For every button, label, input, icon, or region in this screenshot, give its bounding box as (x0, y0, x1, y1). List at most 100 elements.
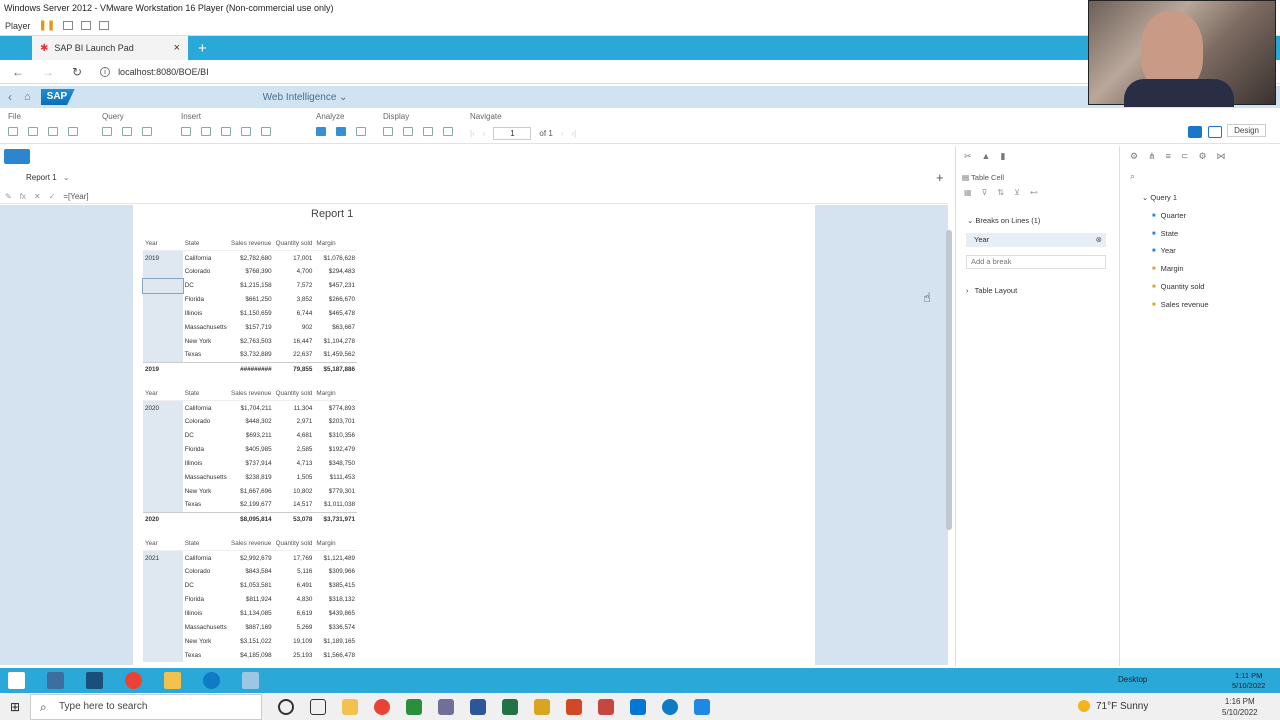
table-cell[interactable]: 4,713 (274, 456, 315, 470)
more-icon[interactable] (356, 127, 366, 136)
filter-icon[interactable] (316, 127, 326, 136)
total-row[interactable]: 2019 ######### 79,855 $5,187,886 (143, 361, 357, 376)
year-cell[interactable]: 2020 (143, 400, 183, 415)
table-cell[interactable]: $465,478 (314, 306, 357, 320)
column-header[interactable]: Year (143, 237, 183, 252)
year-cell[interactable] (143, 442, 183, 457)
table-row[interactable]: Massachusetts $887,169 5,269 $336,574 (143, 620, 357, 635)
table-row[interactable]: Illinois $737,914 4,713 $348,750 (143, 456, 357, 471)
app-name-menu[interactable]: Web Intelligence ⌄ (263, 92, 348, 103)
year-cell[interactable] (143, 592, 183, 607)
edge-icon[interactable] (203, 672, 220, 689)
table-cell[interactable]: Massachusetts (183, 620, 229, 634)
search-icon[interactable]: ⌕ (1120, 167, 1280, 186)
design-mode-button[interactable]: Design (1227, 124, 1266, 137)
table-cell[interactable]: 902 (274, 320, 315, 334)
table-cell[interactable]: $1,215,158 (229, 279, 274, 293)
table-cell[interactable]: Texas (183, 648, 229, 662)
add-break-select[interactable]: Add a break (966, 255, 1106, 269)
table-cell[interactable]: $2,763,503 (229, 334, 274, 348)
table-cell[interactable]: $310,356 (314, 429, 357, 443)
windows-start-icon[interactable]: ⊞ (0, 700, 30, 714)
insert-cell-icon[interactable] (221, 127, 231, 136)
column-header[interactable]: State (182, 387, 229, 402)
forward-arrow-icon[interactable]: → (42, 65, 54, 79)
table-cell[interactable]: $238,819 (229, 470, 274, 484)
table-cell[interactable]: 2,585 (274, 443, 315, 457)
total-cell[interactable]: 53,078 (273, 511, 315, 526)
table-cell[interactable]: $1,011,038 (314, 498, 357, 512)
column-header[interactable]: Year (143, 387, 183, 402)
delete-icon[interactable]: ▮ (1000, 151, 1005, 162)
year-cell[interactable] (143, 634, 183, 649)
column-header[interactable]: Quantity sold (273, 237, 315, 252)
cancel-formula-icon[interactable]: ✕ (34, 192, 41, 201)
report-tab[interactable]: Report 1 ⌄ (26, 173, 69, 182)
excel-icon[interactable] (502, 699, 518, 715)
server-manager-icon[interactable] (47, 672, 64, 689)
table-cell[interactable]: $457,231 (314, 279, 357, 293)
year-cell[interactable] (143, 348, 183, 363)
table-cell[interactable]: Massachusetts (183, 320, 229, 334)
report-block[interactable]: Year State Sales revenue Quantity sold Margi… (143, 537, 357, 663)
data-mode-icon[interactable] (1208, 126, 1222, 138)
ranking-icon[interactable]: ⊻ (1014, 188, 1020, 197)
link-icon[interactable]: ⊂ (1181, 151, 1189, 162)
back-arrow-icon[interactable]: ← (12, 65, 24, 79)
insert-table-icon[interactable] (181, 127, 191, 136)
table-cell[interactable]: DC (183, 279, 229, 293)
breaks-header[interactable]: ⌄ Breaks on Lines (1) (967, 216, 1040, 225)
host-clock[interactable]: 1:16 PM 5/10/2022 (1222, 696, 1258, 718)
layout-icon[interactable]: ▦ (964, 188, 972, 197)
table-cell[interactable]: 25,193 (274, 648, 315, 662)
table-cell[interactable]: $774,893 (314, 401, 357, 415)
chevron-down-icon[interactable]: ⌄ (63, 173, 70, 182)
report-block[interactable]: Year State Sales revenue Quantity sold Margi… (143, 387, 357, 526)
table-cell[interactable]: $2,782,680 (229, 251, 274, 265)
table-cell[interactable]: $737,914 (229, 456, 274, 470)
table-cell[interactable]: $1,704,211 (229, 401, 274, 415)
table-cell[interactable]: $336,574 (314, 620, 357, 634)
table-cell[interactable]: Colorado (183, 565, 229, 579)
objects-icon[interactable]: ⚙ (1130, 151, 1138, 162)
table-layout-section[interactable]: › Table Layout (966, 286, 1017, 295)
table-cell[interactable]: Florida (183, 443, 229, 457)
table-cell[interactable]: 2,971 (274, 415, 315, 429)
total-row[interactable]: 2020 $8,095,814 53,078 $3,731,971 (143, 511, 357, 526)
cortana-icon[interactable] (278, 699, 294, 715)
table-cell[interactable]: $1,150,659 (229, 306, 274, 320)
column-header[interactable]: Sales revenue (228, 537, 274, 552)
table-cell[interactable]: $1,104,278 (314, 334, 357, 348)
edge-icon[interactable] (662, 699, 678, 715)
table-cell[interactable]: $1,076,628 (314, 251, 357, 265)
prev-page-icon[interactable]: ‹ (483, 129, 486, 138)
data-object-year[interactable]: Year (1152, 246, 1176, 255)
windows-start-icon[interactable] (8, 672, 25, 689)
refresh-icon[interactable] (122, 127, 132, 136)
table-cell[interactable]: Florida (183, 293, 229, 307)
table-cell[interactable]: $294,483 (314, 265, 357, 279)
table-cell[interactable]: Texas (183, 348, 229, 362)
column-header[interactable]: Quantity sold (273, 387, 315, 402)
save-icon[interactable] (8, 127, 18, 136)
break-icon[interactable]: ⊷ (1030, 188, 1038, 197)
total-cell[interactable]: ######### (228, 361, 274, 376)
column-header[interactable]: Margin (314, 537, 357, 552)
column-header[interactable]: Margin (314, 237, 357, 252)
format-icon[interactable]: ▲ (982, 151, 991, 162)
table-cell[interactable]: $693,211 (229, 429, 274, 443)
powerpoint-icon[interactable] (566, 699, 582, 715)
weather-widget[interactable]: 71°F Sunny (1078, 700, 1148, 712)
table-cell[interactable]: 1,505 (274, 470, 315, 484)
chrome-icon[interactable] (374, 699, 390, 715)
table-cell[interactable]: 22,637 (274, 348, 315, 362)
insert-list-icon[interactable] (241, 127, 251, 136)
insert-chart-icon[interactable] (201, 127, 211, 136)
table-cell[interactable]: $1,667,696 (229, 484, 274, 498)
column-header[interactable]: Year (143, 537, 183, 552)
table-cell[interactable]: Colorado (183, 265, 229, 279)
table-cell[interactable]: 6,491 (274, 579, 315, 593)
reload-icon[interactable]: ↻ (72, 65, 82, 79)
table-cell[interactable]: $266,670 (314, 293, 357, 307)
table-cell[interactable]: $661,250 (229, 293, 274, 307)
